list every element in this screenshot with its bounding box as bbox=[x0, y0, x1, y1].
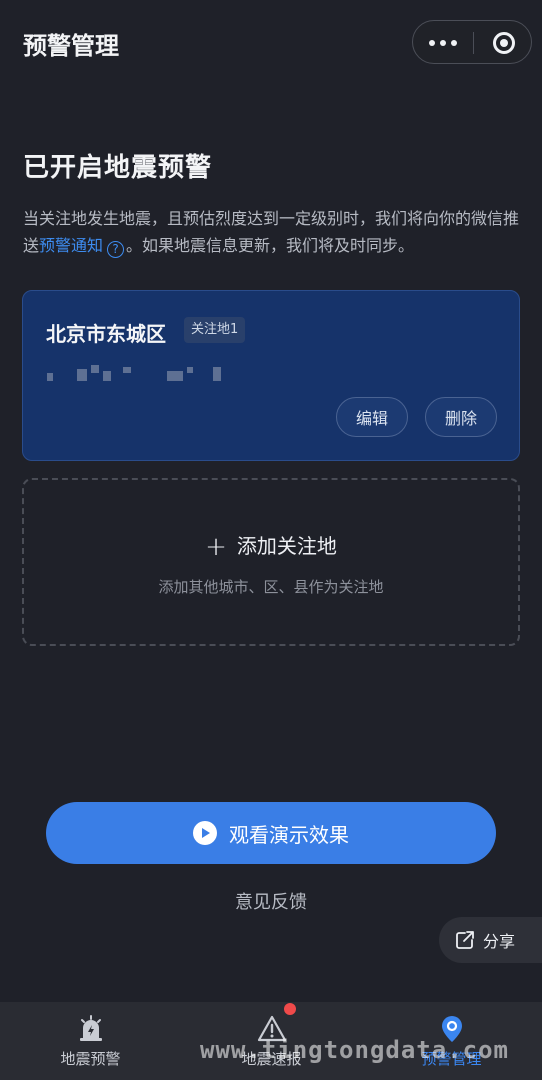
share-icon bbox=[456, 931, 474, 949]
main-heading: 已开启地震预警 bbox=[23, 153, 213, 183]
siren-icon bbox=[80, 1015, 102, 1041]
tab-earthquake-warning[interactable]: 地震预警 bbox=[0, 1002, 181, 1080]
watch-demo-button[interactable]: 观看演示效果 bbox=[46, 802, 496, 864]
add-location-hint: 添加其他城市、区、县作为关注地 bbox=[158, 578, 384, 596]
more-button[interactable] bbox=[413, 21, 473, 65]
page-title: 预警管理 bbox=[23, 32, 119, 60]
add-location-card[interactable]: + 添加关注地 添加其他城市、区、县作为关注地 bbox=[22, 478, 520, 646]
delete-button[interactable]: 删除 bbox=[425, 397, 497, 437]
watermark: www.tingtongdata.com bbox=[200, 1036, 509, 1064]
notification-badge bbox=[284, 1003, 296, 1015]
feedback-link[interactable]: 意见反馈 bbox=[0, 888, 542, 914]
location-tag: 关注地1 bbox=[184, 317, 246, 343]
plus-icon: + bbox=[205, 532, 227, 562]
miniprogram-capsule bbox=[412, 20, 532, 64]
close-button[interactable] bbox=[474, 21, 533, 65]
add-location-title[interactable]: + 添加关注地 bbox=[24, 530, 518, 562]
target-close-icon bbox=[492, 32, 515, 54]
warning-notice-link[interactable]: 预警通知 bbox=[39, 236, 103, 255]
more-dots-icon bbox=[429, 40, 435, 46]
help-question-icon[interactable]: ? bbox=[107, 241, 125, 258]
edit-button[interactable]: 编辑 bbox=[336, 397, 408, 437]
nav-header: 预警管理 bbox=[0, 0, 542, 86]
description-text: 当关注地发生地震，且预估烈度达到一定级别时，我们将向你的微信推送预警通知? 。如果… bbox=[23, 209, 520, 258]
blurred-address bbox=[47, 365, 247, 383]
location-card: 北京市东城区 关注地1 编辑 删除 bbox=[22, 290, 520, 461]
location-name: 北京市东城区 bbox=[46, 322, 166, 346]
share-button[interactable]: 分享 bbox=[439, 917, 542, 963]
play-icon bbox=[193, 821, 217, 845]
